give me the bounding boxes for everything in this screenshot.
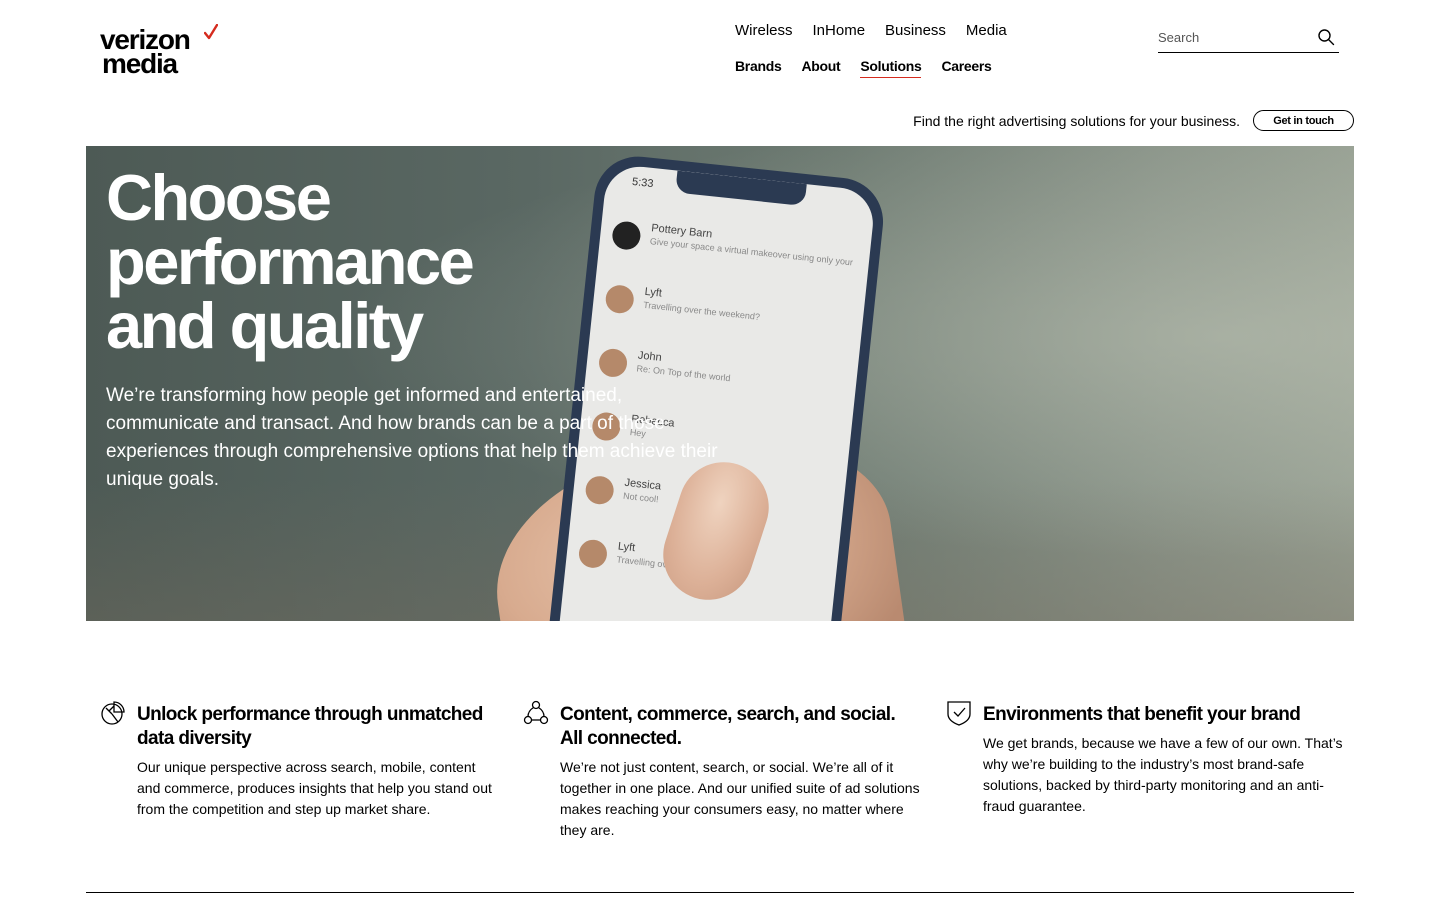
message-sender: Lyft [644,285,663,300]
logo-checkmark-icon [204,24,218,40]
feature-description: Our unique perspective across search, mo… [137,759,492,817]
primary-nav: Wireless InHome Business Media [735,22,1007,40]
hero-heading: Choose performance and quality [106,165,626,358]
nav-link-inhome[interactable]: InHome [813,22,866,40]
message-preview: Travelling over the weekend? [642,299,761,322]
message-preview: Give your space a virtual makeover using… [649,236,854,268]
feature-title: Unlock performance through unmatched dat… [137,704,483,749]
hero-banner: 5:33 Pottery Barn Give your space a virt… [86,146,1354,621]
message-preview: Re: On Top of the world [636,363,731,384]
secondary-nav: Brands About Solutions Careers [735,57,992,78]
message-item: Lyft Travelling over the weekend? [602,280,846,357]
phone-time: 5:33 [631,175,654,191]
hero-heading-line: performance [106,225,475,298]
verizon-media-logo[interactable]: verizon media [100,24,230,78]
search-icon[interactable] [1317,28,1335,46]
feature-title: Environments that benefit your brand [983,704,1301,725]
nav-link-careers[interactable]: Careers [941,57,991,78]
nav-link-brands[interactable]: Brands [735,57,782,78]
search-input[interactable] [1158,26,1308,48]
avatar [577,538,609,570]
hero-heading-line: Choose [106,161,332,234]
feature-title: Content, commerce, search, and social. A… [560,704,896,749]
shield-check-icon [947,701,971,726]
pie-chart-icon [101,701,125,725]
hero-heading-line: and quality [106,289,424,362]
get-in-touch-button[interactable]: Get in touch [1253,110,1354,131]
message-sender: John [637,349,663,364]
nav-link-wireless[interactable]: Wireless [735,22,793,40]
nav-link-solutions[interactable]: Solutions [860,57,922,78]
search-box [1158,26,1339,53]
nav-link-business[interactable]: Business [885,22,946,40]
network-icon [523,700,549,725]
feature-description: We get brands, because we have a few of … [983,735,1343,814]
message-sender: Lyft [617,540,636,555]
promo-text: Find the right advertising solutions for… [913,112,1240,129]
hero-description: We’re transforming how people get inform… [106,385,718,490]
nav-link-about[interactable]: About [801,57,840,78]
message-item: Pottery Barn Give your space a virtual m… [609,216,853,293]
nav-link-media[interactable]: Media [966,22,1007,40]
advertising-promo: Find the right advertising solutions for… [913,110,1354,131]
feature-description: We’re not just content, search, or socia… [560,759,920,838]
logo-word-media: media [102,48,178,79]
section-divider [86,892,1354,893]
